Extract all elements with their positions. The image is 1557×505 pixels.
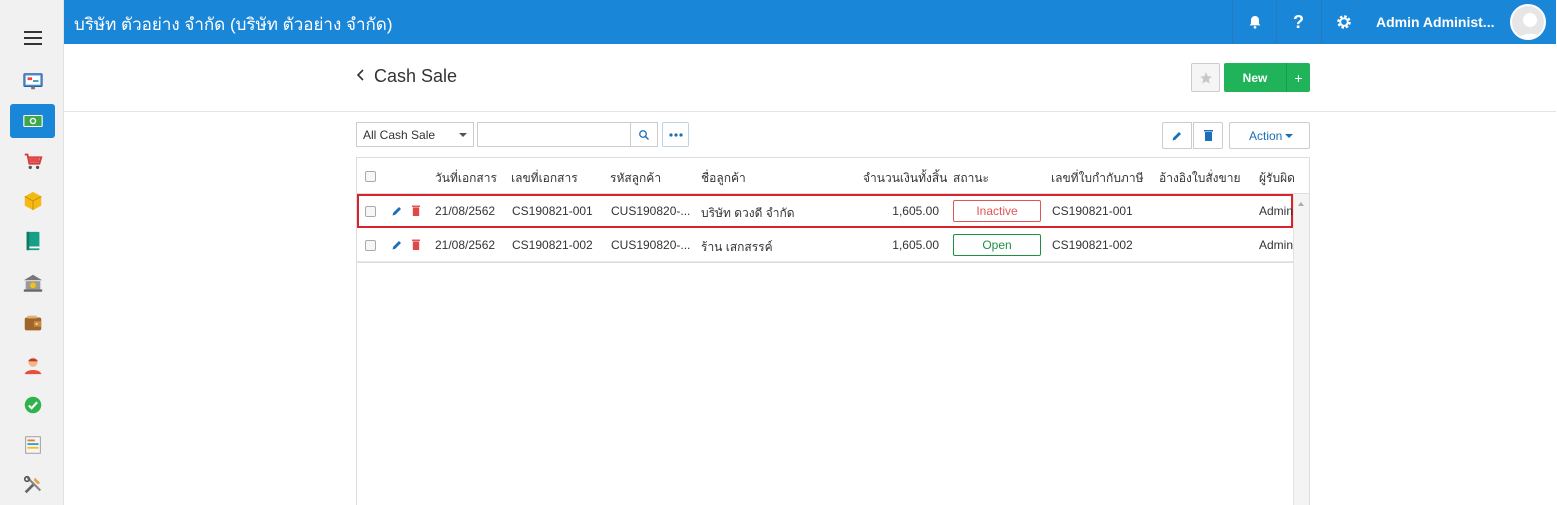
action-label: Action [1249, 128, 1283, 143]
column-header[interactable]: เลขที่เอกสาร [511, 169, 578, 188]
table-row[interactable]: 21/08/2562 CS190821-002 CUS190820-... ร้… [357, 228, 1293, 262]
hamburger-menu-icon[interactable] [24, 31, 42, 45]
cell-amount: 1,605.00 [892, 238, 939, 252]
search-input[interactable] [477, 122, 631, 147]
back-chevron-icon[interactable] [356, 68, 366, 87]
cell-amount: 1,605.00 [892, 204, 939, 218]
search-icon [639, 129, 649, 140]
cell-tax-invoice: CS190821-002 [1052, 238, 1133, 252]
edit-pencil-icon[interactable] [391, 205, 403, 217]
top-bar: บริษัท ตัวอย่าง จำกัด (บริษัท ตัวอย่าง จ… [64, 0, 1556, 44]
gear-icon[interactable] [1321, 0, 1365, 44]
column-header[interactable]: เลขที่ใบกำกับภาษี [1051, 169, 1144, 188]
status-badge: Open [953, 234, 1041, 256]
box-icon[interactable] [10, 184, 55, 218]
table-empty-area [357, 262, 1293, 505]
star-icon [1199, 71, 1212, 84]
page-header: Cash Sale New + [64, 44, 1556, 112]
report-icon[interactable] [10, 428, 55, 462]
ellipsis-icon [668, 132, 683, 137]
avatar[interactable] [1510, 4, 1546, 40]
trash-icon [1203, 130, 1213, 141]
scroll-up-icon[interactable] [1298, 202, 1304, 206]
cell-doc-no[interactable]: CS190821-002 [512, 238, 593, 252]
caret-down-icon [459, 133, 467, 137]
status-badge: Inactive [953, 200, 1041, 222]
cell-owner: Admin [1259, 204, 1293, 218]
filter-select-value: All Cash Sale [363, 128, 436, 142]
bulk-edit-button[interactable] [1162, 122, 1192, 149]
check-circle-icon[interactable] [10, 388, 55, 422]
cart-icon[interactable] [10, 144, 55, 178]
cell-customer-code: CUS190820-... [611, 238, 691, 252]
help-icon[interactable]: ? [1276, 0, 1320, 44]
filter-select[interactable]: All Cash Sale [356, 122, 474, 147]
vertical-scrollbar[interactable] [1293, 194, 1309, 505]
pencil-icon [1172, 131, 1181, 140]
delete-trash-icon[interactable] [411, 239, 421, 251]
bell-icon[interactable] [1232, 0, 1276, 44]
wallet-icon[interactable] [10, 306, 55, 340]
cell-owner: Admin [1259, 238, 1293, 252]
company-name[interactable]: บริษัท ตัวอย่าง จำกัด (บริษัท ตัวอย่าง จ… [74, 11, 393, 38]
table-row[interactable]: 21/08/2562 CS190821-001 CUS190820-... บร… [357, 194, 1293, 228]
cell-tax-invoice: CS190821-001 [1052, 204, 1133, 218]
money-icon[interactable] [10, 104, 55, 138]
column-header[interactable]: ผู้รับผิด [1259, 169, 1295, 188]
dashboard-icon[interactable] [10, 64, 55, 98]
cell-customer-name: บริษัท ดวงดี จำกัด [701, 206, 795, 220]
delete-trash-icon[interactable] [411, 205, 421, 217]
more-options-button[interactable] [662, 122, 689, 147]
cell-customer-code: CUS190820-... [611, 204, 691, 218]
column-header[interactable]: จำนวนเงินทั้งสิ้น [863, 169, 947, 188]
search-button[interactable] [630, 122, 658, 147]
cash-sale-table: วันที่เอกสาร เลขที่เอกสาร รหัสลูกค้า ชื่… [356, 157, 1310, 505]
column-header[interactable]: วันที่เอกสาร [435, 169, 497, 188]
select-all-checkbox[interactable] [365, 171, 376, 182]
book-icon[interactable] [10, 224, 55, 258]
bank-icon[interactable] [10, 266, 55, 300]
page-title: Cash Sale [374, 66, 458, 86]
tools-icon[interactable] [10, 468, 55, 502]
column-header[interactable]: อ้างอิงใบสั่งขาย [1159, 169, 1241, 188]
action-dropdown-button[interactable]: Action [1229, 122, 1310, 149]
new-dropdown-button[interactable]: + [1286, 63, 1310, 92]
sidebar [0, 0, 64, 505]
column-header[interactable]: ชื่อลูกค้า [701, 169, 746, 188]
caret-down-icon [1285, 134, 1293, 138]
bulk-delete-button[interactable] [1193, 122, 1223, 149]
user-name[interactable]: Admin Administ... [1376, 14, 1494, 30]
favorite-star-button[interactable] [1191, 63, 1220, 92]
column-header[interactable]: สถานะ [953, 169, 989, 188]
cell-customer-name: ร้าน เสกสรรค์ [701, 240, 773, 254]
row-checkbox[interactable] [365, 206, 376, 217]
contact-icon[interactable] [10, 348, 55, 382]
cell-doc-no[interactable]: CS190821-001 [512, 204, 593, 218]
cell-date: 21/08/2562 [435, 204, 496, 218]
edit-pencil-icon[interactable] [391, 239, 403, 251]
column-header[interactable]: รหัสลูกค้า [610, 169, 661, 188]
table-header: วันที่เอกสาร เลขที่เอกสาร รหัสลูกค้า ชื่… [357, 158, 1309, 194]
new-button[interactable]: New [1224, 63, 1286, 92]
cell-date: 21/08/2562 [435, 238, 496, 252]
row-checkbox[interactable] [365, 240, 376, 251]
